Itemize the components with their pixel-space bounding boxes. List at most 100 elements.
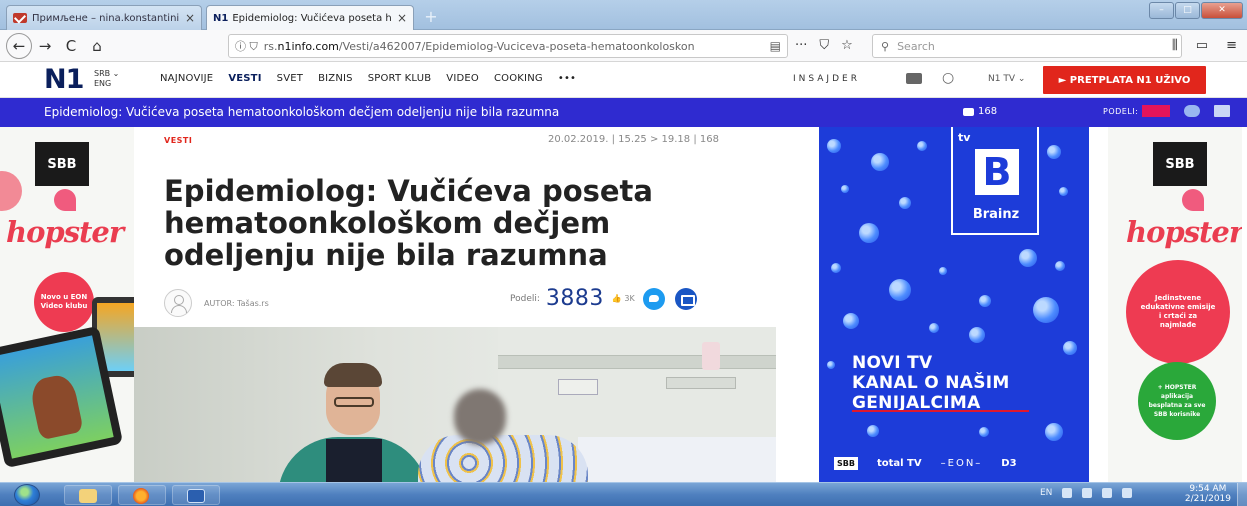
- maximize-button[interactable]: □: [1175, 2, 1200, 19]
- man-suit: [326, 439, 382, 482]
- search-icon: ⚲: [881, 39, 890, 53]
- address-bar[interactable]: ⓘ ⛉ rs.n1info.com/Vesti/a462007/Epidemio…: [228, 34, 788, 58]
- bookmark-star-icon[interactable]: ☆: [841, 38, 853, 53]
- tv-brainz-ad[interactable]: tv B Brainz NOVI TV KANAL O NAŠIM GENIJA…: [819, 127, 1089, 482]
- new-tab-button[interactable]: +: [420, 9, 442, 27]
- tab-n1-article[interactable]: N1 Epidemiolog: Vučićeva poseta h ×: [206, 5, 414, 30]
- nav-more[interactable]: •••: [558, 73, 576, 84]
- ad-bubble: [939, 267, 947, 275]
- language-indicator[interactable]: EN: [1040, 488, 1052, 498]
- ad-bubble: [969, 327, 985, 343]
- site-info-icon[interactable]: ⓘ ⛉: [235, 38, 258, 54]
- region-switch[interactable]: SRB ⌄ ENG: [94, 69, 119, 89]
- n1tv-dropdown[interactable]: N1 TV ⌄: [988, 74, 1025, 84]
- page-actions-more-icon[interactable]: ···: [795, 38, 807, 53]
- gmail-icon: [13, 13, 27, 23]
- brainz-name: Brainz: [972, 207, 1020, 222]
- taskbar-firefox[interactable]: [118, 485, 166, 505]
- email-share-button[interactable]: [674, 287, 697, 310]
- help-icon[interactable]: [1062, 488, 1073, 498]
- nav-video[interactable]: VIDEO: [446, 73, 479, 84]
- sticky-comments[interactable]: 168: [963, 106, 997, 117]
- library-icon[interactable]: ⫼: [1172, 38, 1178, 53]
- nav-cooking[interactable]: COOKING: [494, 73, 543, 84]
- sticky-article-bar: Epidemiolog: Vučićeva poseta hematoonkol…: [0, 98, 1247, 127]
- photo-bottle: [702, 342, 720, 370]
- insajder-link[interactable]: INSAJDER: [793, 74, 860, 84]
- facebook-share-icon[interactable]: [1142, 105, 1170, 117]
- menu-icon[interactable]: ≡: [1226, 38, 1237, 53]
- hopster-sprout-icon: [54, 189, 76, 211]
- url-text: rs.n1info.com/Vesti/a462007/Epidemiolog-…: [264, 40, 764, 53]
- home-button[interactable]: ⌂: [84, 33, 110, 59]
- hopster-sprout-icon: [1182, 189, 1204, 211]
- eon-logo: –EON–: [940, 458, 983, 469]
- system-tray: EN: [1040, 488, 1133, 498]
- article-section[interactable]: VESTI: [164, 136, 192, 145]
- twitter-share-icon[interactable]: [1184, 105, 1200, 117]
- clock-date: 2/21/2019: [1184, 494, 1231, 504]
- nav-najnovije[interactable]: NAJNOVIJE: [160, 73, 213, 84]
- reader-view-icon[interactable]: ▤: [770, 39, 781, 53]
- reload-icon: C: [65, 36, 77, 55]
- taskbar-word[interactable]: [172, 485, 220, 505]
- url-path: /Vesti/a462007/Epidemiolog-Vuciceva-pose…: [338, 39, 695, 53]
- left-side-ad[interactable]: SBB hopster Novo u EON Video klubu: [0, 127, 134, 482]
- show-desktop-button[interactable]: [1237, 483, 1247, 506]
- subscribe-live-button[interactable]: ► PRETPLATA N1 UŽIVO: [1043, 66, 1206, 94]
- clock-time: 9:54 AM: [1189, 484, 1227, 494]
- email-share-icon[interactable]: [1214, 105, 1230, 117]
- start-button[interactable]: [14, 484, 40, 506]
- window-controls: – □ ✕: [1149, 2, 1243, 19]
- volume-icon[interactable]: [1122, 488, 1133, 498]
- photo-child: [418, 389, 588, 482]
- ad-bubble: [1055, 261, 1065, 271]
- windows-taskbar: EN 9:54 AM 2/21/2019: [0, 482, 1247, 506]
- main-nav: NAJNOVIJE VESTI SVET BIZNIS SPORT KLUB V…: [160, 73, 576, 84]
- sticky-comment-count: 168: [978, 106, 998, 117]
- child-pajamas: [418, 435, 588, 482]
- nav-sport-klub[interactable]: SPORT KLUB: [368, 73, 432, 84]
- reload-button[interactable]: C: [58, 33, 84, 59]
- slogan-line-1: NOVI TV: [852, 353, 933, 373]
- back-button[interactable]: ←: [6, 32, 32, 59]
- sidebar-icon[interactable]: ▭: [1196, 38, 1208, 53]
- ad-bubble: [1059, 187, 1068, 196]
- n1-logo[interactable]: N1: [44, 64, 84, 95]
- nav-biznis[interactable]: BIZNIS: [318, 73, 353, 84]
- ad-bubble: [871, 153, 889, 171]
- minimize-button[interactable]: –: [1149, 2, 1174, 19]
- author-row: AUTOR: Tašas.rs: [164, 289, 269, 317]
- sbb-logo: SBB: [35, 142, 89, 186]
- photo-panel: [666, 377, 736, 389]
- network-icon[interactable]: [1082, 488, 1093, 498]
- video-camera-icon[interactable]: [906, 72, 922, 84]
- likes-count[interactable]: 👍 3K: [612, 294, 635, 303]
- man-hair: [324, 363, 382, 387]
- region-srb: SRB ⌄: [94, 69, 120, 78]
- ad-bubble: [841, 185, 849, 193]
- flag-icon[interactable]: [1102, 488, 1113, 498]
- n1-favicon-icon: N1: [213, 13, 229, 24]
- brainz-b-icon: B: [975, 149, 1019, 195]
- ad-bubble: [1019, 249, 1037, 267]
- hopster-logo: hopster: [1126, 215, 1242, 249]
- right-side-ad[interactable]: SBB hopster Jedinstvene edukativne emisi…: [1108, 127, 1242, 482]
- twitter-share-button[interactable]: [642, 287, 665, 310]
- tab-close-icon[interactable]: ×: [397, 11, 407, 25]
- slogan-line-2: KANAL O NAŠIM: [852, 373, 1010, 393]
- taskbar-clock[interactable]: 9:54 AM 2/21/2019: [1185, 484, 1231, 504]
- ad-bubble: [1045, 423, 1063, 441]
- forward-button[interactable]: →: [32, 33, 58, 59]
- right-promo-badge: Jedinstvene edukativne emisije i crtaći …: [1126, 260, 1230, 364]
- nav-vesti[interactable]: VESTI: [228, 73, 261, 84]
- nav-svet[interactable]: SVET: [277, 73, 303, 84]
- close-window-button[interactable]: ✕: [1201, 2, 1243, 19]
- search-icon[interactable]: ○: [942, 70, 954, 86]
- taskbar-explorer[interactable]: [64, 485, 112, 505]
- tab-gmail[interactable]: Примљене – nina.konstantini ×: [6, 5, 202, 30]
- pocket-icon[interactable]: ⛉: [819, 38, 829, 53]
- search-input[interactable]: ⚲ Search: [872, 34, 1182, 58]
- ad-bubble: [1033, 297, 1059, 323]
- tab-close-icon[interactable]: ×: [185, 11, 195, 25]
